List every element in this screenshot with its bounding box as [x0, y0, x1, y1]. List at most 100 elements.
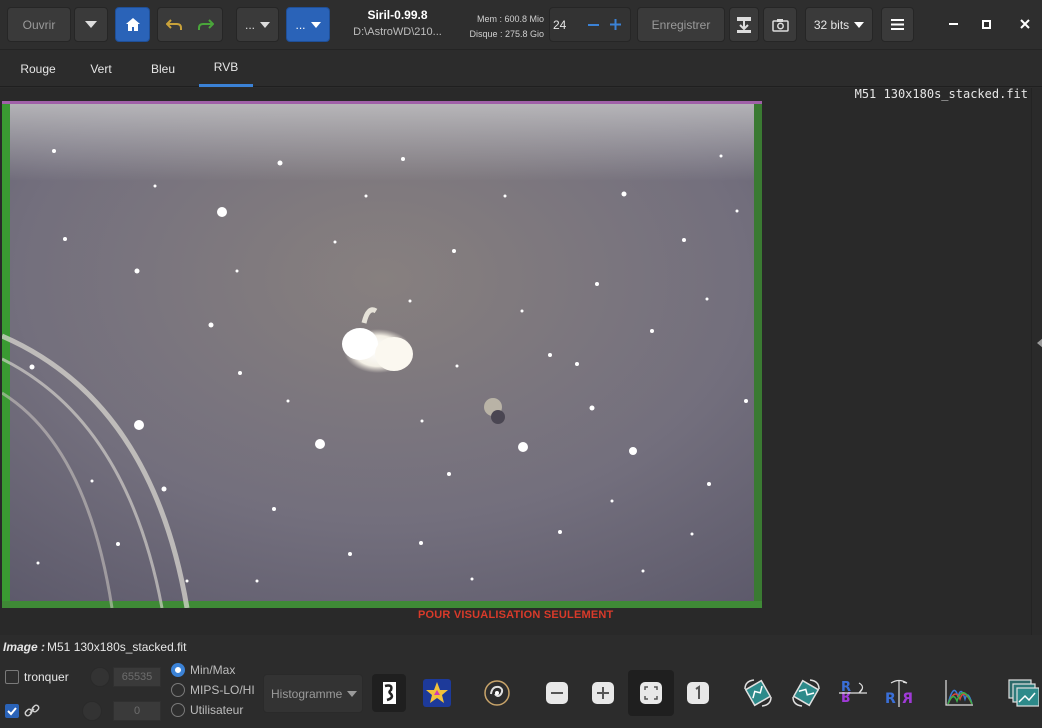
home-icon	[125, 18, 140, 31]
thread-count-spinner[interactable]: 24	[549, 7, 631, 42]
zoom-fit-button[interactable]	[628, 670, 674, 716]
image-list-button[interactable]	[1002, 674, 1042, 712]
histogram-button[interactable]	[940, 674, 978, 712]
maximize-icon	[981, 19, 991, 29]
checkmark-icon	[7, 707, 17, 716]
chevron-down-icon	[310, 21, 321, 28]
bit-depth-dropdown[interactable]: 32 bits	[805, 7, 873, 42]
tab-label: Bleu	[150, 61, 176, 76]
star-icon	[423, 679, 451, 707]
minimize-icon	[948, 23, 958, 25]
mirror-vertical-icon: R R	[885, 679, 913, 707]
zoom-in-icon	[592, 682, 614, 704]
rotate-right-button[interactable]	[787, 674, 825, 712]
low-cutoff-input[interactable]: 0	[113, 701, 161, 721]
tab-rgb[interactable]: RVB	[199, 50, 253, 87]
zoom-100-button[interactable]	[679, 674, 717, 712]
mirror-horizontal-icon: R R	[839, 680, 867, 703]
chevron-down-icon	[85, 21, 97, 28]
app-title: Siril-0.99.8	[367, 8, 428, 22]
astro-image-canvas	[2, 101, 762, 608]
decrement-button[interactable]	[582, 15, 604, 35]
histogram-icon	[945, 680, 973, 706]
viewer-filename: M51 130x180s_stacked.fit	[854, 87, 1028, 101]
tab-label: Vert	[90, 61, 112, 76]
redo-button[interactable]	[190, 18, 222, 31]
scripts-menu-button[interactable]: ...	[236, 7, 279, 42]
undo-button[interactable]	[158, 18, 190, 31]
plus-icon	[609, 19, 621, 30]
recent-files-dropdown-button[interactable]	[74, 7, 108, 42]
expand-panel-icon	[1037, 338, 1042, 348]
photometry-button[interactable]	[478, 674, 516, 712]
link-icon	[24, 704, 40, 717]
chevron-down-icon	[347, 690, 358, 697]
tab-blue[interactable]: Bleu	[137, 50, 189, 87]
save-as-button[interactable]	[729, 7, 759, 42]
minimize-button[interactable]	[942, 14, 964, 34]
image-label: Image :	[3, 640, 46, 654]
chevron-down-icon	[260, 21, 270, 28]
crop-checkbox[interactable]	[5, 670, 19, 684]
crop-label: tronquer	[24, 670, 69, 684]
working-directory: D:\AstroWD\210...	[353, 26, 442, 38]
zoom-out-icon	[546, 682, 568, 704]
stretch-mode-label: Histogramme	[271, 686, 343, 701]
bit-depth-label: 32 bits	[813, 17, 850, 32]
download-icon	[737, 16, 751, 33]
false-color-button[interactable]	[372, 674, 406, 712]
high-cutoff-input[interactable]: 65535	[113, 667, 161, 687]
mirror-horizontal-button[interactable]: R R	[834, 674, 872, 712]
increment-button[interactable]	[604, 15, 626, 35]
undo-icon	[166, 18, 182, 30]
channel-tabs: Rouge Vert Bleu RVB	[0, 50, 1042, 87]
svg-text:R: R	[902, 691, 913, 707]
title-block: Siril-0.99.8 D:\AstroWD\210...	[340, 8, 455, 38]
preview-watermark: POUR VISUALISATION SEULEMENT	[418, 609, 614, 621]
svg-text:R: R	[841, 688, 851, 703]
rotate-left-button[interactable]	[739, 674, 777, 712]
false-color-icon	[383, 682, 396, 704]
link-checkbox[interactable]	[5, 704, 19, 718]
rotate-left-icon	[744, 679, 772, 707]
zoom-out-button[interactable]	[538, 674, 576, 712]
close-button[interactable]	[1014, 14, 1036, 34]
chevron-down-icon	[854, 21, 865, 28]
home-button[interactable]	[115, 7, 150, 42]
tab-red[interactable]: Rouge	[7, 50, 69, 87]
zoom-in-button[interactable]	[584, 674, 622, 712]
minus-icon	[587, 23, 599, 26]
memory-usage: Mem : 600.8 Mio	[476, 14, 544, 24]
thread-count-value[interactable]: 24	[550, 18, 582, 32]
right-panel-handle[interactable]	[1031, 88, 1042, 635]
undo-redo-group	[157, 7, 223, 42]
radio-user[interactable]	[171, 703, 185, 717]
save-button[interactable]: Enregistrer	[637, 7, 725, 42]
tab-green[interactable]: Vert	[76, 50, 126, 87]
maximize-button[interactable]	[975, 14, 997, 34]
processing-label: ...	[295, 17, 306, 32]
radio-mips[interactable]	[171, 683, 185, 697]
image-viewer[interactable]: M51 130x180s_stacked.fit POUR VISUALISAT…	[0, 87, 1031, 635]
header-bar: Ouvrir ... ... Siril-0.99.8 D:\AstroWD\2…	[0, 0, 1042, 50]
hamburger-menu-icon	[891, 19, 904, 30]
snapshot-button[interactable]	[763, 7, 797, 42]
open-button[interactable]: Ouvrir	[7, 7, 71, 42]
color-saturation-button[interactable]	[418, 674, 456, 712]
scripts-label: ...	[244, 17, 255, 32]
tab-label: Rouge	[20, 61, 56, 76]
radio-minmax-label: Min/Max	[190, 663, 236, 677]
mirror-vertical-button[interactable]: R R	[880, 674, 918, 712]
processing-menu-button[interactable]: ...	[286, 7, 330, 42]
radio-minmax[interactable]	[171, 663, 185, 677]
high-cutoff-slider-knob[interactable]	[90, 667, 110, 687]
main-menu-button[interactable]	[881, 7, 914, 42]
resource-info: Mem : 600.8 Mio Disque : 275.8 Gio	[462, 12, 544, 42]
stretch-mode-dropdown[interactable]: Histogramme	[263, 674, 363, 713]
svg-text:R: R	[885, 691, 896, 707]
low-cutoff-slider-knob[interactable]	[82, 701, 102, 721]
camera-icon	[771, 18, 789, 32]
display-toolbar: tronquer 65535 0 Min/Max MIPS-LO/HI Util…	[0, 657, 1042, 728]
galaxy-icon	[484, 680, 510, 706]
astro-image[interactable]	[2, 101, 762, 608]
